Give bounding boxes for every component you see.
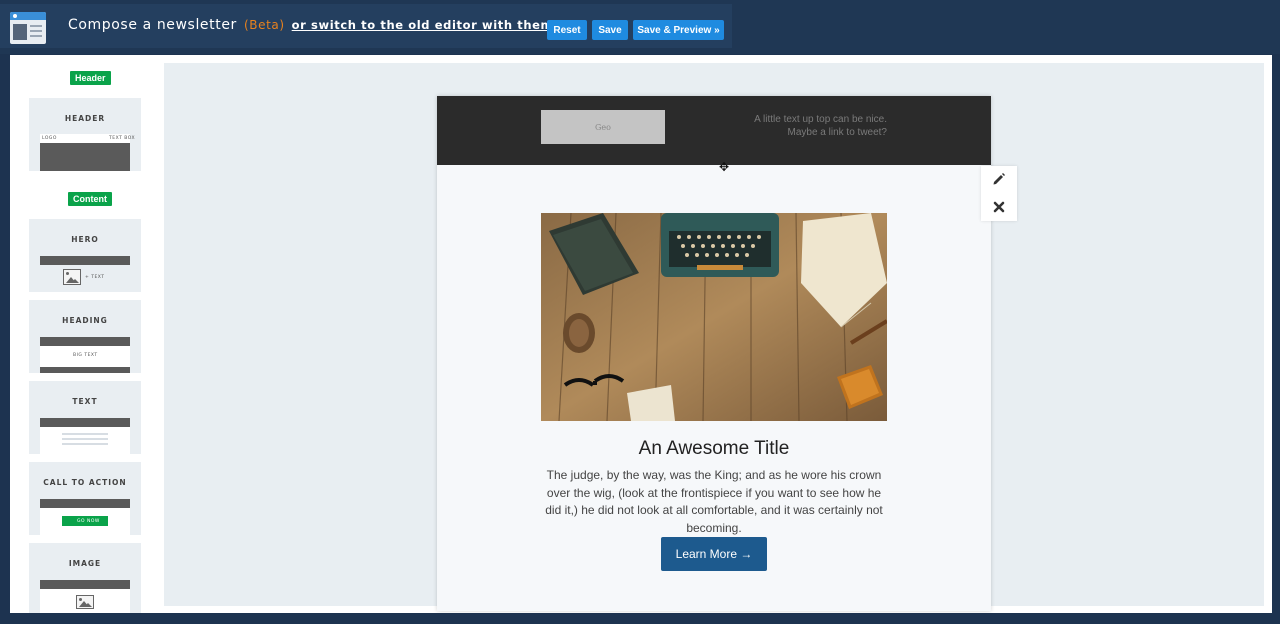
block-hero[interactable]: HERO + TEXT (29, 219, 141, 292)
block-call-to-action[interactable]: CALL TO ACTION GO NOW (29, 462, 141, 535)
heading-thumb-bar-bottom (40, 367, 130, 373)
block-title: HERO (71, 235, 99, 244)
editor-canvas: Geo A little text up top can be nice. Ma… (164, 63, 1264, 611)
header-thumb-dark (40, 143, 130, 171)
block-title: TEXT (72, 397, 98, 406)
hero-photo (541, 213, 887, 421)
cta-thumb-bar (40, 499, 130, 508)
block-sidebar[interactable]: Header HEADER LOGO TEXT BOX Content HERO… (10, 55, 162, 613)
heading-thumb-text: BIG TEXT (73, 353, 98, 358)
hero-image[interactable] (541, 213, 887, 421)
hero-thumb-text: + TEXT (85, 275, 105, 280)
header-text-line: Maybe a link to tweet? (787, 127, 888, 138)
hero-thumb-bar (40, 256, 130, 265)
close-icon[interactable] (992, 200, 1006, 214)
cta-thumb-text: GO NOW (77, 519, 100, 524)
editor-frame: Header HEADER LOGO TEXT BOX Content HERO… (10, 55, 1272, 613)
beta-badge: (Beta) (243, 18, 285, 32)
header-text-line: A little text up top can be nice. (754, 114, 887, 125)
header-thumb-textbox: TEXT BOX (109, 136, 136, 141)
text-thumb-line (62, 433, 108, 435)
email-header-text[interactable]: A little text up top can be nice. Maybe … (687, 113, 887, 139)
move-icon[interactable]: ✥ (719, 161, 729, 173)
block-text[interactable]: TEXT (29, 381, 141, 454)
block-title: HEADER (64, 114, 106, 123)
block-image[interactable]: IMAGE (29, 543, 141, 613)
page-title: Compose a newsletter (68, 17, 237, 33)
section-label-content: Content (68, 192, 112, 206)
heading-thumb-bar (40, 337, 130, 346)
section-label-header: Header (70, 71, 111, 85)
text-thumb-bar (40, 418, 130, 427)
text-thumb-line (62, 443, 108, 445)
pencil-icon[interactable] (992, 172, 1006, 186)
email-preview[interactable]: Geo A little text up top can be nice. Ma… (437, 96, 991, 611)
app-logo-icon (10, 12, 46, 44)
block-heading[interactable]: HEADING BIG TEXT (29, 300, 141, 373)
block-title: HEADING (62, 316, 108, 325)
save-button[interactable]: Save (592, 20, 628, 40)
hero-title[interactable]: An Awesome Title (437, 438, 991, 460)
top-bar: Compose a newsletter (Beta) or switch to… (0, 0, 1280, 54)
image-icon (63, 269, 81, 285)
text-thumb-line (62, 438, 108, 440)
reset-button[interactable]: Reset (547, 20, 587, 40)
block-header[interactable]: HEADER LOGO TEXT BOX (29, 98, 141, 171)
hero-body-text[interactable]: The judge, by the way, was the King; and… (541, 467, 887, 537)
switch-old-editor-link[interactable]: or switch to the old editor with themes. (292, 18, 574, 32)
email-header[interactable]: Geo A little text up top can be nice. Ma… (437, 96, 991, 165)
page-title-row: Compose a newsletter (Beta) or switch to… (68, 17, 574, 33)
email-logo[interactable]: Geo (541, 110, 665, 144)
block-title: IMAGE (68, 559, 102, 568)
learn-more-button[interactable]: Learn More → (661, 537, 767, 571)
block-tools (981, 166, 1017, 221)
block-title: CALL TO ACTION (43, 478, 127, 487)
image-icon (76, 595, 94, 609)
save-preview-button[interactable]: Save & Preview » (633, 20, 724, 40)
image-thumb-bar (40, 580, 130, 589)
text-thumb-box (40, 427, 130, 454)
header-thumb-logo: LOGO (42, 136, 57, 141)
